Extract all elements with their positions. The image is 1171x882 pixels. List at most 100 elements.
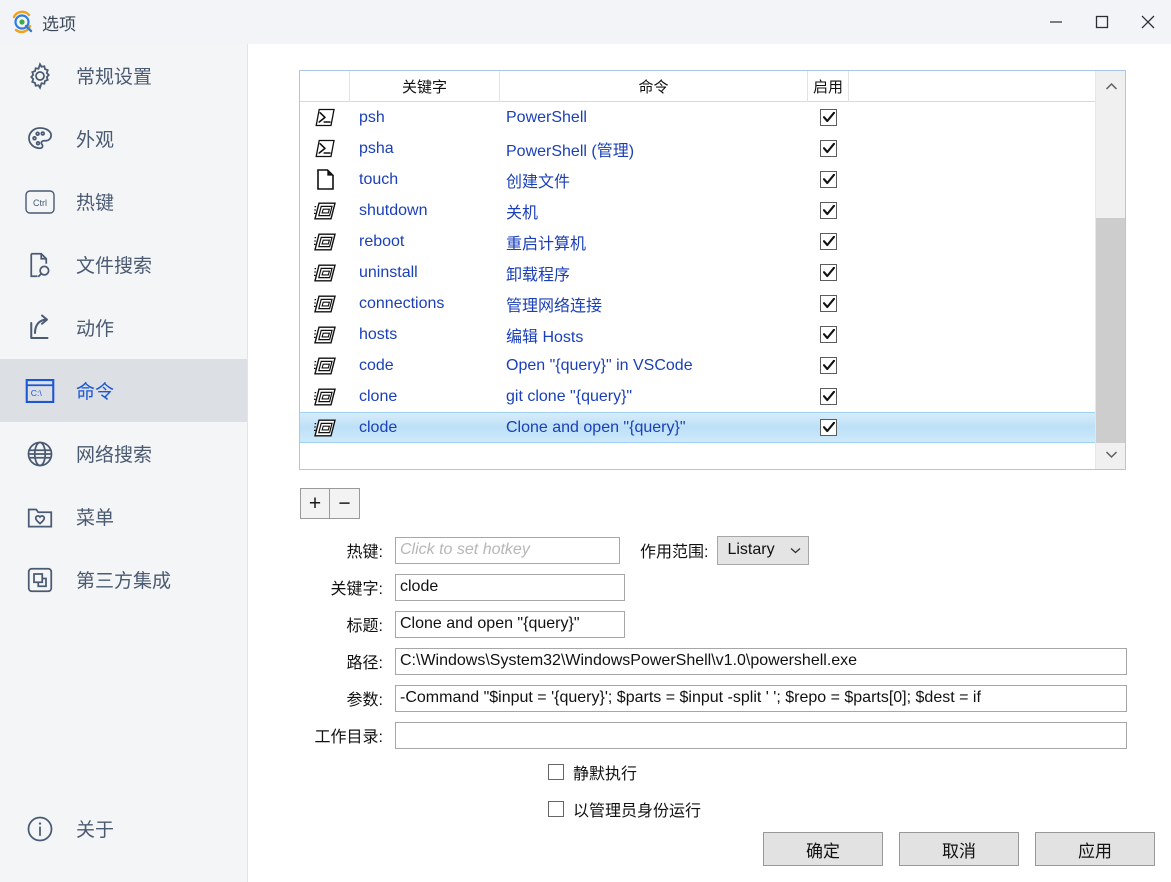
scope-label: 作用范围:	[640, 544, 709, 561]
row-enabled-checkbox[interactable]	[808, 419, 849, 436]
app-window-icon	[300, 357, 350, 375]
sidebar-item-label: 文件搜索	[76, 256, 153, 277]
row-command: Clone and open "{query}"	[506, 418, 686, 436]
keyword-input[interactable]: clode	[395, 573, 625, 601]
table-row[interactable]: uninstall 卸载程序	[300, 257, 1125, 288]
row-enabled-checkbox[interactable]	[808, 388, 849, 405]
close-button[interactable]	[1125, 0, 1171, 44]
args-label: 参数:	[346, 692, 383, 709]
ctrl-key-icon: Ctrl	[22, 184, 58, 220]
sidebar-item-label: 热键	[76, 193, 115, 214]
row-enabled-checkbox[interactable]	[808, 295, 849, 312]
row-command: PowerShell	[506, 108, 587, 126]
share-arrow-icon	[22, 310, 58, 346]
sidebar-item-web-search[interactable]: 网络搜索	[0, 422, 247, 485]
row-keyword: touch	[359, 170, 399, 188]
sidebar-item-file-search[interactable]: 文件搜索	[0, 233, 247, 296]
table-row[interactable]: hosts 编辑 Hosts	[300, 319, 1125, 350]
minimize-button[interactable]	[1033, 0, 1079, 44]
cancel-button[interactable]: 取消	[899, 832, 1019, 866]
column-header-filler[interactable]	[849, 71, 1125, 102]
command-detail-form: 热键: Click to set hotkey 作用范围: Listary 关键…	[248, 535, 1171, 832]
table-row[interactable]: psh PowerShell	[300, 102, 1125, 133]
row-enabled-checkbox[interactable]	[808, 264, 849, 281]
window-controls	[1033, 0, 1171, 44]
sidebar-item-general[interactable]: 常规设置	[0, 44, 247, 107]
table-row[interactable]: reboot 重启计算机	[300, 226, 1125, 257]
command-prompt-icon: C:\	[22, 373, 58, 409]
column-header-icon[interactable]	[300, 71, 350, 102]
row-enabled-checkbox[interactable]	[808, 357, 849, 374]
list-scrollbar[interactable]	[1095, 71, 1125, 469]
sidebar-item-menu[interactable]: 菜单	[0, 485, 247, 548]
sidebar-item-appearance[interactable]: 外观	[0, 107, 247, 170]
column-header-keyword[interactable]: 关键字	[350, 71, 500, 102]
table-row[interactable]: clone git clone "{query}"	[300, 381, 1125, 412]
maximize-button[interactable]	[1079, 0, 1125, 44]
powershell-icon	[300, 139, 350, 158]
hotkey-input[interactable]: Click to set hotkey	[395, 536, 620, 564]
scrollbar-thumb[interactable]	[1096, 218, 1125, 443]
sidebar-item-integrations[interactable]: 第三方集成	[0, 548, 247, 611]
row-enabled-checkbox[interactable]	[808, 202, 849, 219]
table-row[interactable]: psha PowerShell (管理)	[300, 133, 1125, 164]
row-command: 重启计算机	[506, 235, 587, 253]
row-command: 关机	[506, 204, 539, 222]
row-enabled-checkbox[interactable]	[808, 109, 849, 126]
table-row[interactable]: code Open "{query}" in VSCode	[300, 350, 1125, 381]
admin-checkbox[interactable]	[548, 801, 564, 817]
path-input[interactable]: C:\Windows\System32\WindowsPowerShell\v1…	[395, 647, 1127, 675]
row-enabled-checkbox[interactable]	[808, 233, 849, 250]
row-enabled-checkbox[interactable]	[808, 326, 849, 343]
commands-list[interactable]: 关键字 命令 启用 psh PowerShell psha PowerShell (管…	[299, 70, 1126, 470]
column-header-enabled[interactable]: 启用	[808, 71, 849, 102]
sidebar-item-actions[interactable]: 动作	[0, 296, 247, 359]
apply-button[interactable]: 应用	[1035, 832, 1155, 866]
silent-checkbox[interactable]	[548, 764, 564, 780]
keyword-label: 关键字:	[330, 581, 383, 598]
svg-text:C:\: C:\	[31, 388, 43, 398]
add-command-button[interactable]: +	[300, 488, 330, 519]
silent-label: 静默执行	[573, 766, 638, 783]
row-keyword: psha	[359, 139, 394, 157]
ok-button[interactable]: 确定	[763, 832, 883, 866]
title-input[interactable]: Clone and open "{query}"	[395, 610, 625, 638]
list-header: 关键字 命令 启用	[300, 71, 1125, 102]
table-row[interactable]: clode Clone and open "{query}"	[300, 412, 1125, 443]
column-header-command[interactable]: 命令	[500, 71, 808, 102]
row-command: PowerShell (管理)	[506, 142, 635, 160]
sidebar-item-commands[interactable]: C:\ 命令	[0, 359, 247, 422]
window-title: 选项	[42, 14, 76, 34]
sidebar-item-label: 命令	[76, 382, 115, 403]
workdir-row: 工作目录:	[248, 721, 1171, 749]
row-keyword: reboot	[359, 232, 405, 250]
app-window-icon	[300, 419, 350, 437]
row-enabled-checkbox[interactable]	[808, 140, 849, 157]
sidebar-item-label: 关于	[76, 820, 115, 841]
sidebar-item-label: 网络搜索	[76, 445, 153, 466]
scroll-up-button[interactable]	[1096, 71, 1125, 101]
table-row[interactable]: connections 管理网络连接	[300, 288, 1125, 319]
row-keyword: uninstall	[359, 263, 418, 281]
row-keyword: clone	[359, 387, 398, 405]
args-input[interactable]: -Command "$input = '{query}'; $parts = $…	[395, 684, 1127, 712]
table-row[interactable]: shutdown 关机	[300, 195, 1125, 226]
row-command: 管理网络连接	[506, 297, 603, 315]
remove-command-button[interactable]: −	[330, 488, 360, 519]
sidebar-item-about[interactable]: 关于	[0, 797, 248, 860]
options-window: 选项 常规设置 外观 Ctrl 热键 文件搜索 动作 C:\ 命令 网络搜索 菜…	[0, 0, 1171, 882]
row-enabled-checkbox[interactable]	[808, 171, 849, 188]
app-window-icon	[300, 233, 350, 251]
commands-panel: 关键字 命令 启用 psh PowerShell psha PowerShell (管…	[248, 44, 1171, 882]
row-keyword: shutdown	[359, 201, 428, 219]
sidebar-item-hotkeys[interactable]: Ctrl 热键	[0, 170, 247, 233]
scope-select[interactable]: Listary	[717, 535, 810, 565]
folder-heart-icon	[22, 499, 58, 535]
workdir-input[interactable]	[395, 721, 1127, 749]
scroll-down-button[interactable]	[1096, 439, 1125, 469]
chevron-down-icon	[790, 541, 801, 559]
table-row[interactable]: touch 创建文件	[300, 164, 1125, 195]
row-command: 卸载程序	[506, 266, 571, 284]
row-command: Open "{query}" in VSCode	[506, 356, 693, 374]
title-label: 标题:	[346, 618, 383, 635]
